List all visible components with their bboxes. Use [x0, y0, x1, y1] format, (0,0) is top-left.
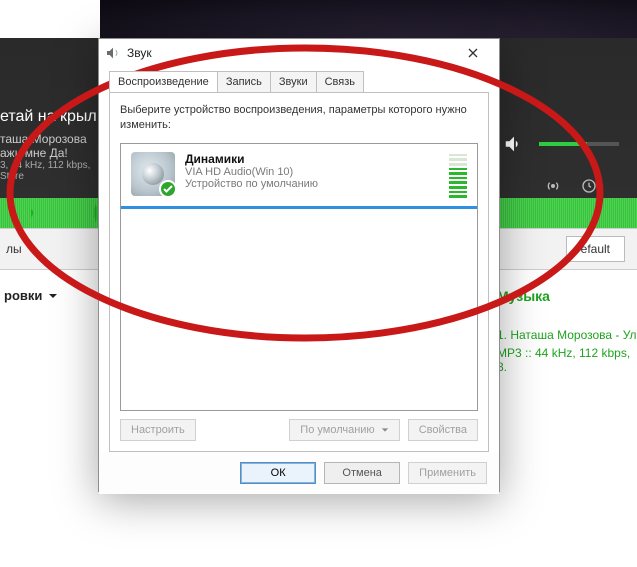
- chevron-down-icon: [381, 426, 389, 434]
- dialog-tabstrip: Воспроизведение Запись Звуки Связь: [109, 71, 489, 92]
- device-config-row: Настроить По умолчанию Свойства: [120, 419, 478, 441]
- clock-icon[interactable]: [581, 178, 597, 194]
- volume-control[interactable]: [503, 133, 619, 155]
- toolbar-default-button[interactable]: efault: [566, 236, 625, 262]
- now-playing-text-block: етай на крыл таша Морозова ажи мне Да! 3…: [0, 108, 100, 182]
- playback-instruction: Выберите устройство воспроизведения, пар…: [120, 103, 478, 133]
- close-button[interactable]: [453, 42, 493, 64]
- toolbar-left-label: лы: [0, 242, 22, 256]
- dialog-titlebar[interactable]: Звук: [99, 39, 499, 67]
- default-device-badge: [159, 180, 177, 198]
- check-icon: [163, 184, 173, 194]
- now-playing-meta: 3, 44 kHz, 112 kbps, Stere: [0, 160, 100, 182]
- playlist-track-meta: MP3 :: 44 kHz, 112 kbps, 3.: [497, 346, 637, 374]
- now-playing-line2: ажи мне Да!: [0, 146, 100, 160]
- device-name: Динамики: [185, 152, 439, 166]
- configure-button[interactable]: Настроить: [120, 419, 196, 441]
- dialog-button-row: ОК Отмена Применить: [99, 452, 499, 494]
- close-icon: [468, 48, 478, 58]
- playback-device-list[interactable]: Динамики VIA HD Audio(Win 10) Устройство…: [120, 143, 478, 411]
- now-playing-artist: таша Морозова: [0, 132, 100, 146]
- playlist-panel: Музыка 1. Наташа Морозова - Ул MP3 :: 44…: [497, 270, 637, 567]
- playlist-header: Музыка: [497, 288, 550, 304]
- device-row-speakers[interactable]: Динамики VIA HD Audio(Win 10) Устройство…: [121, 144, 477, 209]
- settings-section-fragment[interactable]: ровки: [4, 288, 58, 303]
- sound-dialog-window: Звук Воспроизведение Запись Звуки Связь …: [98, 38, 500, 492]
- volume-slider[interactable]: [539, 142, 619, 146]
- dialog-title: Звук: [127, 46, 152, 60]
- set-default-button[interactable]: По умолчанию: [289, 419, 399, 441]
- device-driver: VIA HD Audio(Win 10): [185, 166, 439, 178]
- tab-page-playback: Выберите устройство воспроизведения, пар…: [109, 92, 489, 452]
- tab-communications[interactable]: Связь: [316, 71, 364, 92]
- playlist-track-title[interactable]: 1. Наташа Морозова - Ул: [497, 328, 637, 342]
- set-default-label: По умолчанию: [300, 424, 374, 436]
- chevron-down-icon: [48, 291, 58, 301]
- device-level-meter: [449, 154, 467, 198]
- tab-recording[interactable]: Запись: [217, 71, 271, 92]
- cancel-button[interactable]: Отмена: [324, 462, 400, 484]
- device-text-block: Динамики VIA HD Audio(Win 10) Устройство…: [185, 152, 439, 190]
- tab-playback[interactable]: Воспроизведение: [109, 71, 218, 92]
- tab-sounds[interactable]: Звуки: [270, 71, 317, 92]
- signal-icon[interactable]: [545, 178, 561, 194]
- desktop-wallpaper-strip: [100, 0, 637, 38]
- device-status: Устройство по умолчанию: [185, 178, 439, 190]
- player-mini-icons: [545, 178, 597, 194]
- properties-button[interactable]: Свойства: [408, 419, 478, 441]
- volume-icon: [503, 133, 525, 155]
- sound-cpl-icon: [105, 45, 121, 61]
- apply-button[interactable]: Применить: [408, 462, 487, 484]
- now-playing-title: етай на крыл: [0, 108, 100, 126]
- ok-button[interactable]: ОК: [240, 462, 316, 484]
- device-icon-wrap: [131, 152, 175, 196]
